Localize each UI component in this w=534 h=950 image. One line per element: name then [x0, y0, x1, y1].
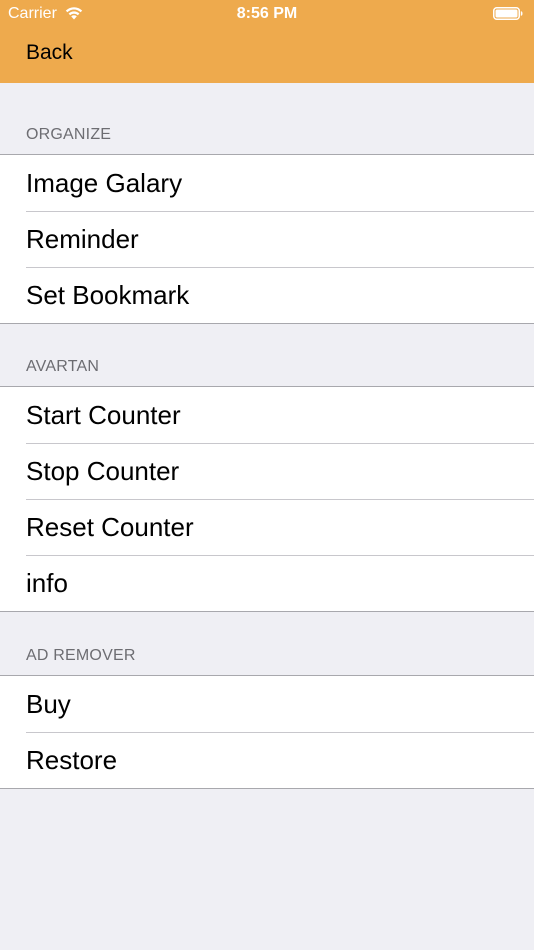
status-bar: Carrier 8:56 PM [0, 0, 534, 28]
battery-icon [493, 7, 523, 20]
settings-group-avartan: Start Counter Stop Counter Reset Counter… [0, 386, 534, 612]
status-time: 8:56 PM [236, 5, 298, 22]
start-counter-row[interactable]: Start Counter [0, 387, 534, 443]
set-bookmark-row[interactable]: Set Bookmark [0, 267, 534, 323]
settings-group-organize: Image Galary Reminder Set Bookmark [0, 154, 534, 324]
section-header-avartan: AVARTAN [26, 358, 100, 375]
back-button[interactable]: Back [26, 41, 73, 65]
section-header-organize: ORGANIZE [26, 126, 112, 143]
reset-counter-row[interactable]: Reset Counter [0, 499, 534, 555]
reminder-row[interactable]: Reminder [0, 211, 534, 267]
section-header-ad-remover: AD REMOVER [26, 647, 136, 664]
navigation-bar: Carrier 8:56 PM Back [0, 0, 534, 83]
settings-group-ad-remover: Buy Restore [0, 675, 534, 789]
info-row[interactable]: info [0, 555, 534, 611]
restore-row[interactable]: Restore [0, 732, 534, 788]
buy-row[interactable]: Buy [0, 676, 534, 732]
image-galary-row[interactable]: Image Galary [0, 155, 534, 211]
stop-counter-row[interactable]: Stop Counter [0, 443, 534, 499]
